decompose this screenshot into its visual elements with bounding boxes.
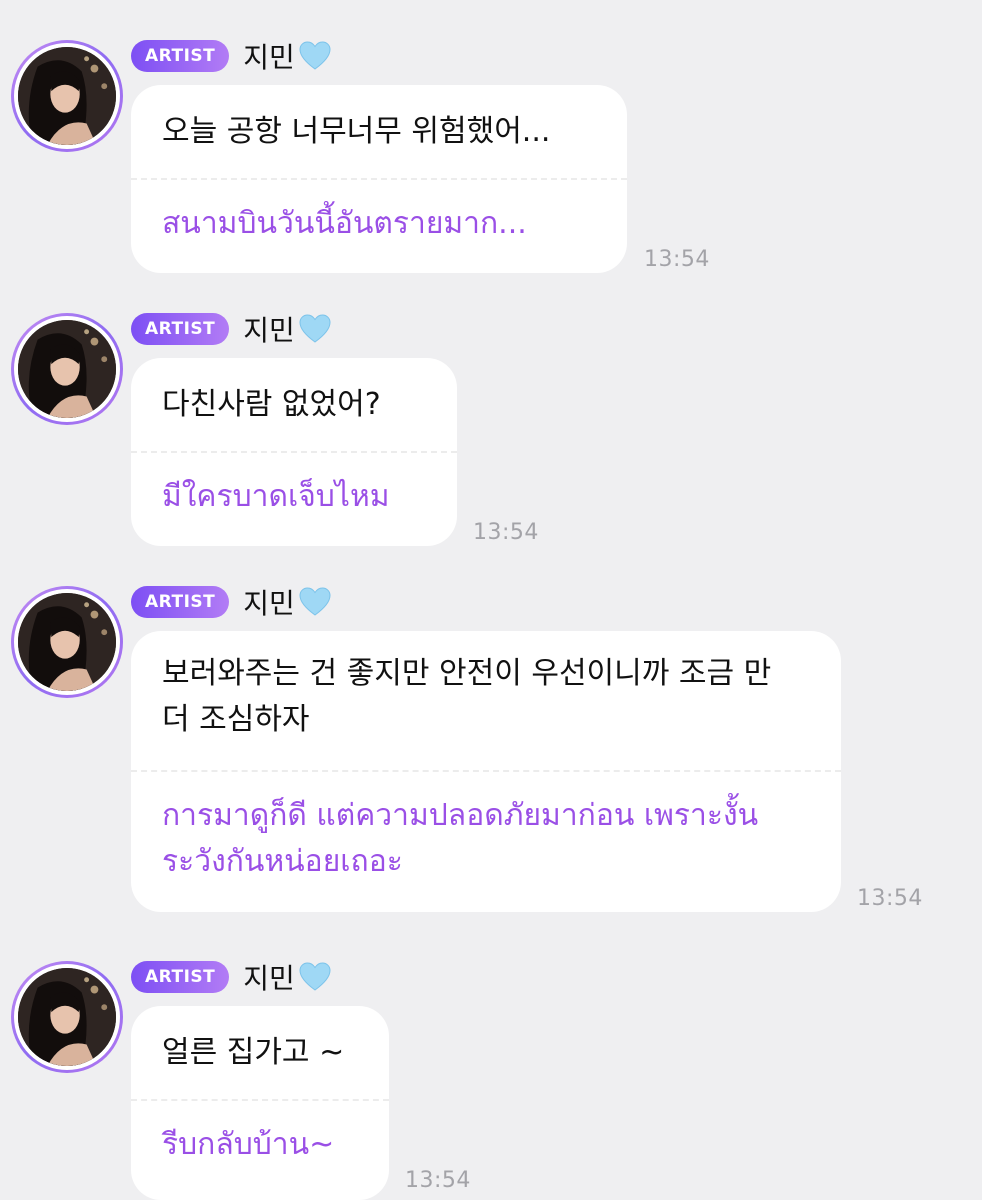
profile-photo <box>18 968 116 1066</box>
translation-divider <box>131 770 841 772</box>
thai-translation: รีบกลับบ้าน~ <box>162 1127 335 1162</box>
artist-badge: ARTIST <box>131 586 230 618</box>
message-header: ARTIST 지민 <box>131 38 332 74</box>
avatar[interactable] <box>11 961 123 1073</box>
timestamp: 13:54 <box>473 520 539 545</box>
message-header: ARTIST 지민 <box>131 584 332 620</box>
thai-translation: มีใครบาดเจ็บไหม <box>162 479 390 514</box>
artist-badge: ARTIST <box>131 40 230 72</box>
message-bubble[interactable]: 오늘 공항 너무너무 위험했어... สนามบินวันนี้อันตรายม… <box>131 85 627 273</box>
message-bubble[interactable]: 다친사람 없었어? มีใครบาดเจ็บไหม <box>131 358 457 546</box>
message-header: ARTIST 지민 <box>131 311 332 347</box>
timestamp: 13:54 <box>405 1168 471 1193</box>
light-blue-heart-icon <box>299 587 331 616</box>
avatar[interactable] <box>11 586 123 698</box>
thai-translation: การมาดูก็ดี แต่ความปลอดภัยมาก่อน เพราะงั… <box>162 798 759 879</box>
korean-text: 오늘 공항 너무너무 위험했어... <box>162 114 551 149</box>
timestamp: 13:54 <box>857 886 923 911</box>
light-blue-heart-icon <box>299 962 331 991</box>
light-blue-heart-icon <box>299 314 331 343</box>
korean-text: 얼른 집가고 ~ <box>162 1035 345 1070</box>
artist-badge: ARTIST <box>131 961 230 993</box>
timestamp: 13:54 <box>644 247 710 272</box>
avatar[interactable] <box>11 40 123 152</box>
light-blue-heart-icon <box>299 41 331 70</box>
sender-name[interactable]: 지민 <box>243 36 332 76</box>
message-header: ARTIST 지민 <box>131 959 332 995</box>
profile-photo <box>18 47 116 145</box>
message-bubble[interactable]: 보러와주는 건 좋지만 안전이 우선이니까 조금 만 더 조심하자 การมาด… <box>131 631 841 912</box>
sender-name[interactable]: 지민 <box>243 957 332 997</box>
translation-divider <box>131 451 457 453</box>
avatar[interactable] <box>11 313 123 425</box>
artist-badge: ARTIST <box>131 313 230 345</box>
translation-divider <box>131 1099 389 1101</box>
message-bubble[interactable]: 얼른 집가고 ~ รีบกลับบ้าน~ <box>131 1006 389 1200</box>
profile-photo <box>18 593 116 691</box>
korean-text: 보러와주는 건 좋지만 안전이 우선이니까 조금 만 더 조심하자 <box>162 656 772 737</box>
thai-translation: สนามบินวันนี้อันตรายมาก... <box>162 206 527 241</box>
korean-text: 다친사람 없었어? <box>162 387 381 422</box>
translation-divider <box>131 178 627 180</box>
profile-photo <box>18 320 116 418</box>
sender-name[interactable]: 지민 <box>243 582 332 622</box>
sender-name[interactable]: 지민 <box>243 309 332 349</box>
